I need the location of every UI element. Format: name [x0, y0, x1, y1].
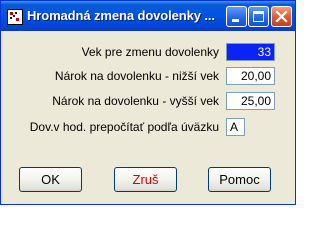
older-entitlement-label: Nárok na dovolenku - vyšší vek	[52, 94, 219, 108]
app-icon	[7, 9, 23, 25]
close-icon	[275, 10, 288, 23]
close-button[interactable]	[271, 6, 292, 27]
dialog-window: Hromadná zmena dovolenky ... Vek pre zme…	[0, 0, 296, 205]
window-title: Hromadná zmena dovolenky ...	[27, 8, 215, 23]
younger-entitlement-label: Nárok na dovolenku - nižší vek	[54, 69, 219, 83]
recalc-hours-input[interactable]: A	[226, 118, 245, 136]
maximize-icon	[253, 11, 264, 22]
help-button[interactable]: Pomoc	[208, 167, 271, 192]
maximize-button[interactable]	[248, 6, 269, 27]
cancel-button[interactable]: Zruš	[114, 167, 177, 192]
minimize-button[interactable]	[226, 6, 247, 27]
title-bar[interactable]: Hromadná zmena dovolenky ...	[1, 1, 295, 31]
ok-button[interactable]: OK	[19, 167, 82, 192]
younger-entitlement-input[interactable]: 20,00	[226, 67, 275, 85]
older-entitlement-input[interactable]: 25,00	[226, 92, 275, 110]
minimize-icon	[232, 19, 239, 22]
recalc-hours-label: Dov.v hod. prepočítať podľa úväzku	[29, 120, 219, 134]
age-input[interactable]: 33	[226, 43, 275, 61]
age-label: Vek pre zmenu dovolenky	[81, 45, 219, 59]
